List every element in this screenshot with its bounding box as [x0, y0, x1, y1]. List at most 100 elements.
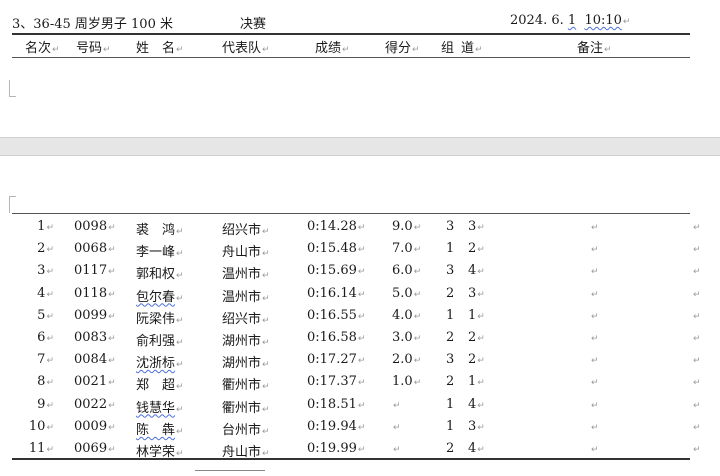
row-name: 俞利强↵: [136, 334, 184, 349]
row-name: 林学荣↵: [136, 445, 184, 460]
row-score: 6.0↵: [392, 263, 422, 279]
row-remark: ↵: [591, 311, 599, 322]
row-score: ↵: [393, 400, 401, 411]
header-result: 成绩↵: [315, 41, 350, 56]
row-lane: 4↵: [468, 263, 485, 279]
row-rank: 4↵: [37, 285, 54, 301]
row-end-mark: ↵: [693, 223, 701, 233]
row-rank: 1↵: [37, 219, 54, 234]
table-row: 9↵ 0022↵ 钱慧华↵ 衢州市↵ 0:18.51↵ ↵ 1 4↵ ↵ ↵: [0, 394, 720, 416]
header-number: 号码↵: [76, 41, 111, 56]
paragraph-mark: ↵: [622, 17, 631, 27]
row-result: 0:16.58↵: [307, 330, 366, 345]
row-number: 0098↵: [74, 219, 116, 234]
row-name: 李一峰↵: [136, 245, 184, 261]
row-end-mark: ↵: [693, 445, 701, 455]
row-score: 9.0↵: [392, 219, 422, 234]
row-end-mark: ↵: [693, 334, 701, 344]
row-result: 0:18.51↵: [307, 396, 366, 412]
header-remark: 备注↵: [577, 41, 612, 56]
row-group: 1: [446, 307, 455, 323]
header-bottom-rule: [12, 57, 690, 58]
row-name: 陈 犇↵: [136, 422, 184, 438]
table-row: 7↵ 0084↵ 沈浙标↵ 湖州市↵ 0:17.27↵ 2.0↵ 3 2↵ ↵ ↵: [0, 349, 720, 371]
row-team: 衢州市↵: [222, 400, 270, 416]
row-lane: 1↵: [468, 307, 485, 323]
row-name: 钱慧华↵: [136, 400, 184, 416]
row-team: 舟山市↵: [222, 245, 270, 261]
row-rank: 6↵: [37, 330, 54, 345]
row-team: 台州市↵: [222, 422, 270, 438]
row-number: 0022↵: [74, 396, 116, 412]
row-lane: 3↵: [468, 285, 485, 301]
row-group: 3: [446, 219, 455, 234]
row-remark: ↵: [591, 400, 599, 411]
row-remark: ↵: [591, 356, 599, 367]
row-score: 4.0↵: [392, 307, 422, 323]
row-group: 1: [446, 396, 455, 412]
row-remark: ↵: [591, 378, 599, 389]
row-group: 2: [446, 285, 455, 301]
row-end-mark: ↵: [693, 356, 701, 367]
row-team: 衢州市↵: [222, 378, 270, 394]
row-end-mark: ↵: [693, 378, 701, 389]
header-score: 得分↵: [385, 41, 420, 56]
row-end-mark: ↵: [693, 267, 701, 278]
row-end-mark: ↵: [693, 289, 701, 300]
row-end-mark: ↵: [693, 422, 701, 433]
row-group: 2: [446, 330, 455, 345]
row-rank: 9↵: [37, 396, 54, 412]
page-corner-mark: [9, 80, 16, 97]
row-lane: 2↵: [468, 330, 485, 345]
row-name: 阮梁伟↵: [136, 311, 184, 327]
row-group: 3: [446, 352, 455, 368]
row-name: 裘 鸿↵: [136, 223, 184, 238]
row-lane: 4↵: [468, 441, 485, 456]
row-number: 0068↵: [74, 241, 116, 257]
row-group: 2: [446, 441, 455, 456]
row-remark: ↵: [591, 422, 599, 433]
row-rank: 3↵: [37, 263, 54, 279]
row-result: 0:15.48↵: [307, 241, 366, 257]
table-row: 8↵ 0021↵ 郑 超↵ 衢州市↵ 0:17.37↵ 1.0↵ 2 1↵ ↵ ↵: [0, 371, 720, 393]
event-title-category: 周岁男子: [74, 17, 127, 32]
page-corner-mark: [9, 196, 16, 213]
row-remark: ↵: [591, 289, 599, 300]
row-remark: ↵: [591, 223, 599, 233]
row-rank: 10↵: [28, 418, 54, 434]
row-team: 绍兴市↵: [222, 223, 270, 238]
table-row: 11↵ 0069↵ 林学荣↵ 舟山市↵ 0:19.99↵ ↵ 2 4↵ ↵ ↵: [0, 438, 720, 460]
row-remark: ↵: [591, 334, 599, 344]
row-score: 7.0↵: [392, 241, 422, 257]
table-row: 2↵ 0068↵ 李一峰↵ 舟山市↵ 0:15.48↵ 7.0↵ 1 2↵ ↵ ↵: [0, 238, 720, 260]
row-rank: 5↵: [37, 307, 54, 323]
row-group: 1: [446, 241, 455, 257]
table-top-rule: [12, 213, 690, 214]
table-row: 6↵ 0083↵ 俞利强↵ 湖州市↵ 0:16.58↵ 3.0↵ 2 2↵ ↵ ↵: [0, 327, 720, 349]
row-result: 0:16.14↵: [307, 285, 366, 301]
row-group: 1: [446, 418, 455, 434]
row-lane: 2↵: [468, 241, 485, 257]
header-top-rule: [12, 33, 690, 35]
row-result: 0:16.55↵: [307, 307, 366, 323]
row-name: 郭和权↵: [136, 267, 184, 283]
table-row: 4↵ 0118↵ 包尔春↵ 温州市↵ 0:16.14↵ 5.0↵ 2 3↵ ↵ ↵: [0, 283, 720, 305]
row-lane: 3↵: [468, 219, 485, 234]
row-team: 舟山市↵: [222, 445, 270, 460]
event-date-day: 1: [567, 13, 577, 28]
row-score: ↵: [393, 445, 401, 455]
row-rank: 2↵: [37, 241, 54, 257]
row-remark: ↵: [591, 267, 599, 278]
row-number: 0117↵: [74, 263, 116, 279]
row-team: 温州市↵: [222, 289, 270, 305]
row-result: 0:17.27↵: [307, 352, 366, 368]
row-number: 0069↵: [74, 441, 116, 456]
row-result: 0:19.94↵: [307, 418, 366, 434]
row-team: 湖州市↵: [222, 334, 270, 349]
row-remark: ↵: [591, 445, 599, 455]
row-remark: ↵: [591, 245, 599, 256]
row-name: 沈浙标↵: [136, 356, 184, 372]
row-number: 0084↵: [74, 352, 116, 368]
row-team: 绍兴市↵: [222, 311, 270, 327]
header-team: 代表队↵: [222, 41, 270, 56]
